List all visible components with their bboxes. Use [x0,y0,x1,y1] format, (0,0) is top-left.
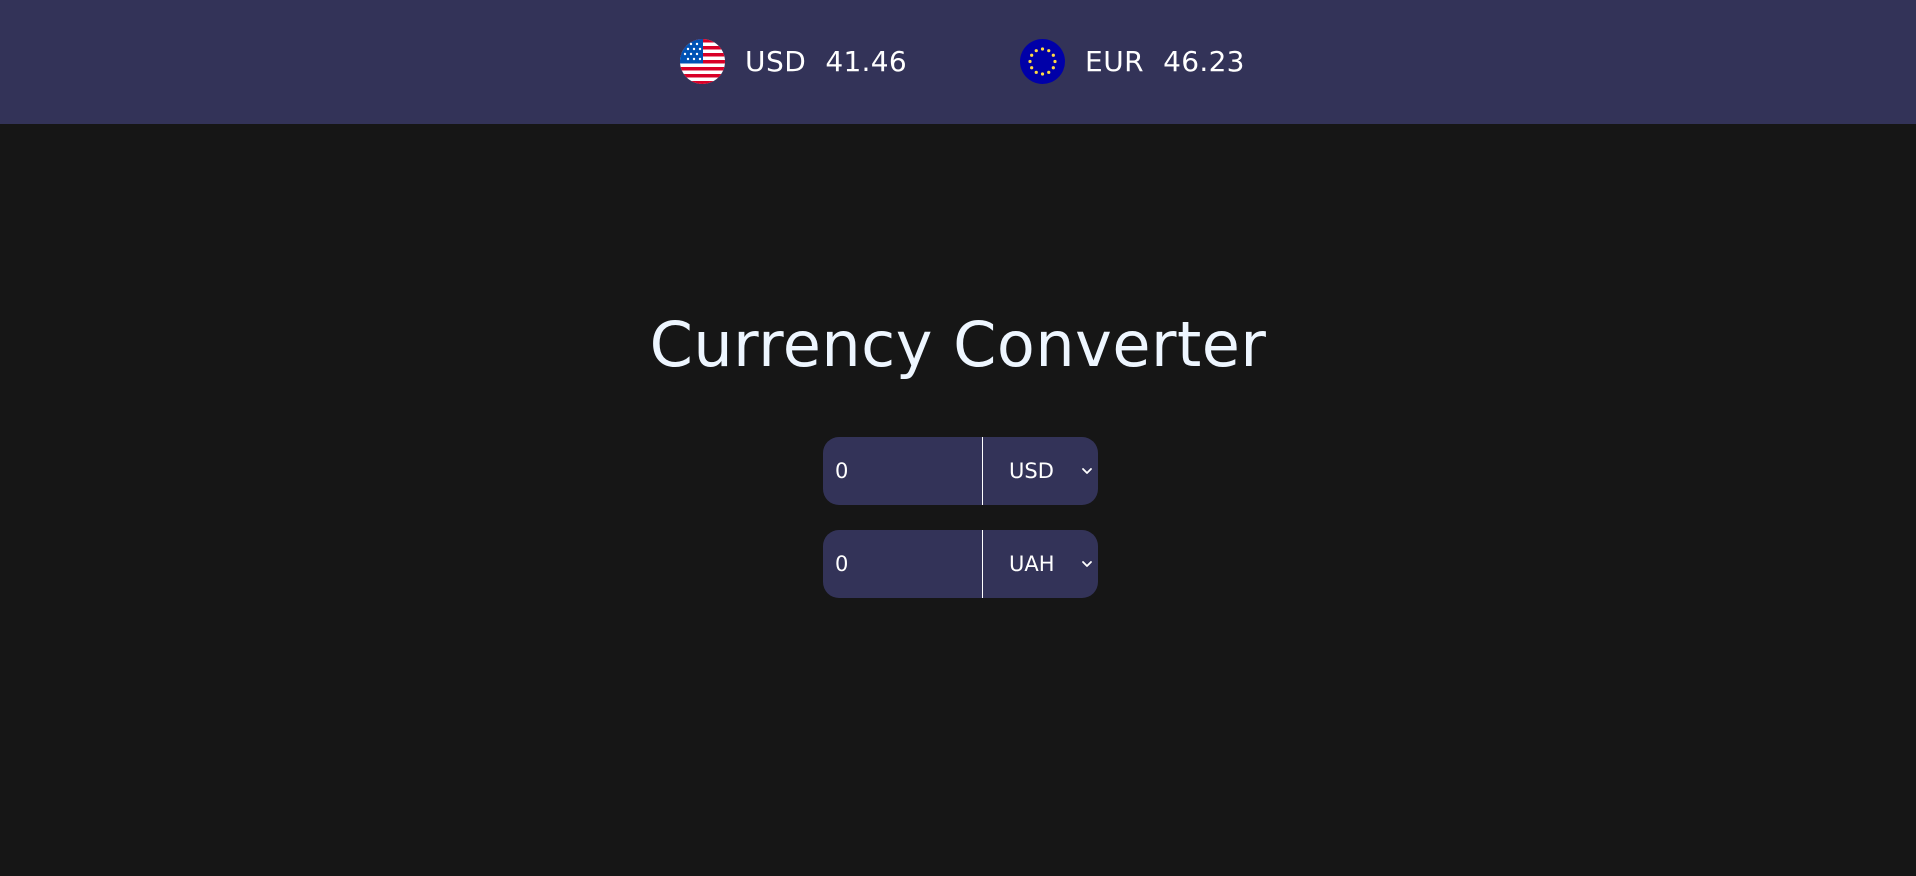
rate-value: 41.46 [825,44,907,78]
amount-input-to[interactable] [823,530,983,598]
converter-row-from: USD [823,437,1098,505]
rate-eur: EUR 46.23 [1020,38,1245,84]
rates-header: USD 41.46 EUR 46.23 [0,0,1916,124]
amount-input-from[interactable] [823,437,983,505]
us-flag-icon [680,38,725,84]
rate-code: USD [745,44,807,78]
chevron-down-icon [1080,557,1094,571]
rate-value: 46.23 [1163,44,1245,78]
currency-select-value: UAH [1009,552,1055,576]
page-title: Currency Converter [649,308,1267,381]
currency-select-value: USD [1009,459,1054,483]
eu-flag-icon [1020,38,1065,84]
rate-usd: USD 41.46 [680,38,907,84]
rate-code: EUR [1085,44,1145,78]
currency-select-to[interactable]: UAH [983,530,1098,598]
converter-row-to: UAH [823,530,1098,598]
chevron-down-icon [1080,464,1094,478]
currency-select-from[interactable]: USD [983,437,1098,505]
